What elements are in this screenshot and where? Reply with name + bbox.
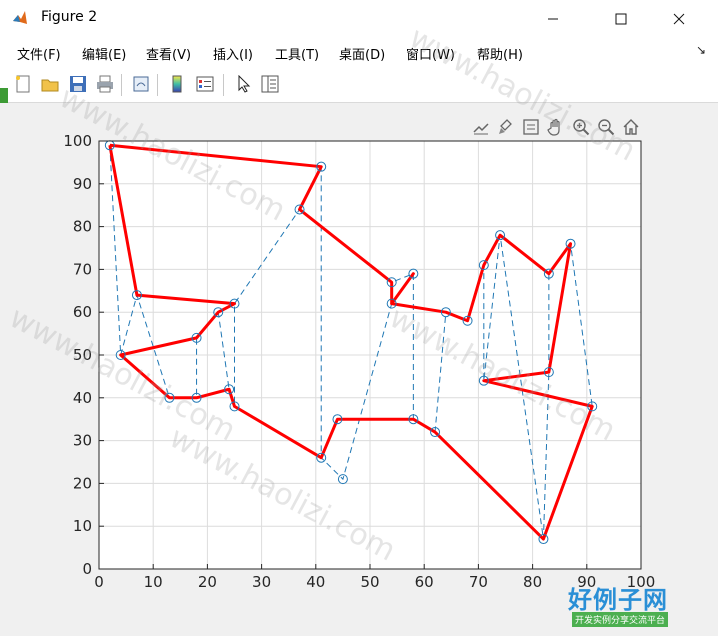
x-tick-label: 20 (198, 573, 217, 591)
logo-subtext: 开发实例分享交流平台 (572, 612, 669, 627)
y-tick-label: 30 (73, 432, 92, 450)
x-tick-label: 60 (415, 573, 434, 591)
y-tick-label: 80 (73, 218, 92, 236)
y-tick-label: 0 (82, 560, 92, 578)
y-tick-label: 20 (73, 474, 92, 492)
y-tick-label: 100 (63, 132, 92, 150)
y-tick-label: 40 (73, 389, 92, 407)
y-tick-label: 10 (73, 517, 92, 535)
y-tick-label: 60 (73, 303, 92, 321)
logo-text: 好例子网 (568, 586, 668, 614)
plot-axes[interactable]: 0 10 20 30 40 50 60 70 80 90 100010203040506070809… (0, 0, 718, 636)
x-tick-label: 50 (360, 573, 379, 591)
watermark-logo: 好例子网 开发实例分享交流平台 (568, 580, 688, 628)
x-tick-label: 80 (523, 573, 542, 591)
y-tick-label: 50 (73, 346, 92, 364)
x-tick-label: 0 (94, 573, 104, 591)
y-tick-label: 70 (73, 260, 92, 278)
x-tick-label: 40 (306, 573, 325, 591)
x-tick-label: 10 (144, 573, 163, 591)
y-tick-label: 90 (73, 175, 92, 193)
x-tick-label: 30 (252, 573, 271, 591)
x-tick-label: 70 (469, 573, 488, 591)
